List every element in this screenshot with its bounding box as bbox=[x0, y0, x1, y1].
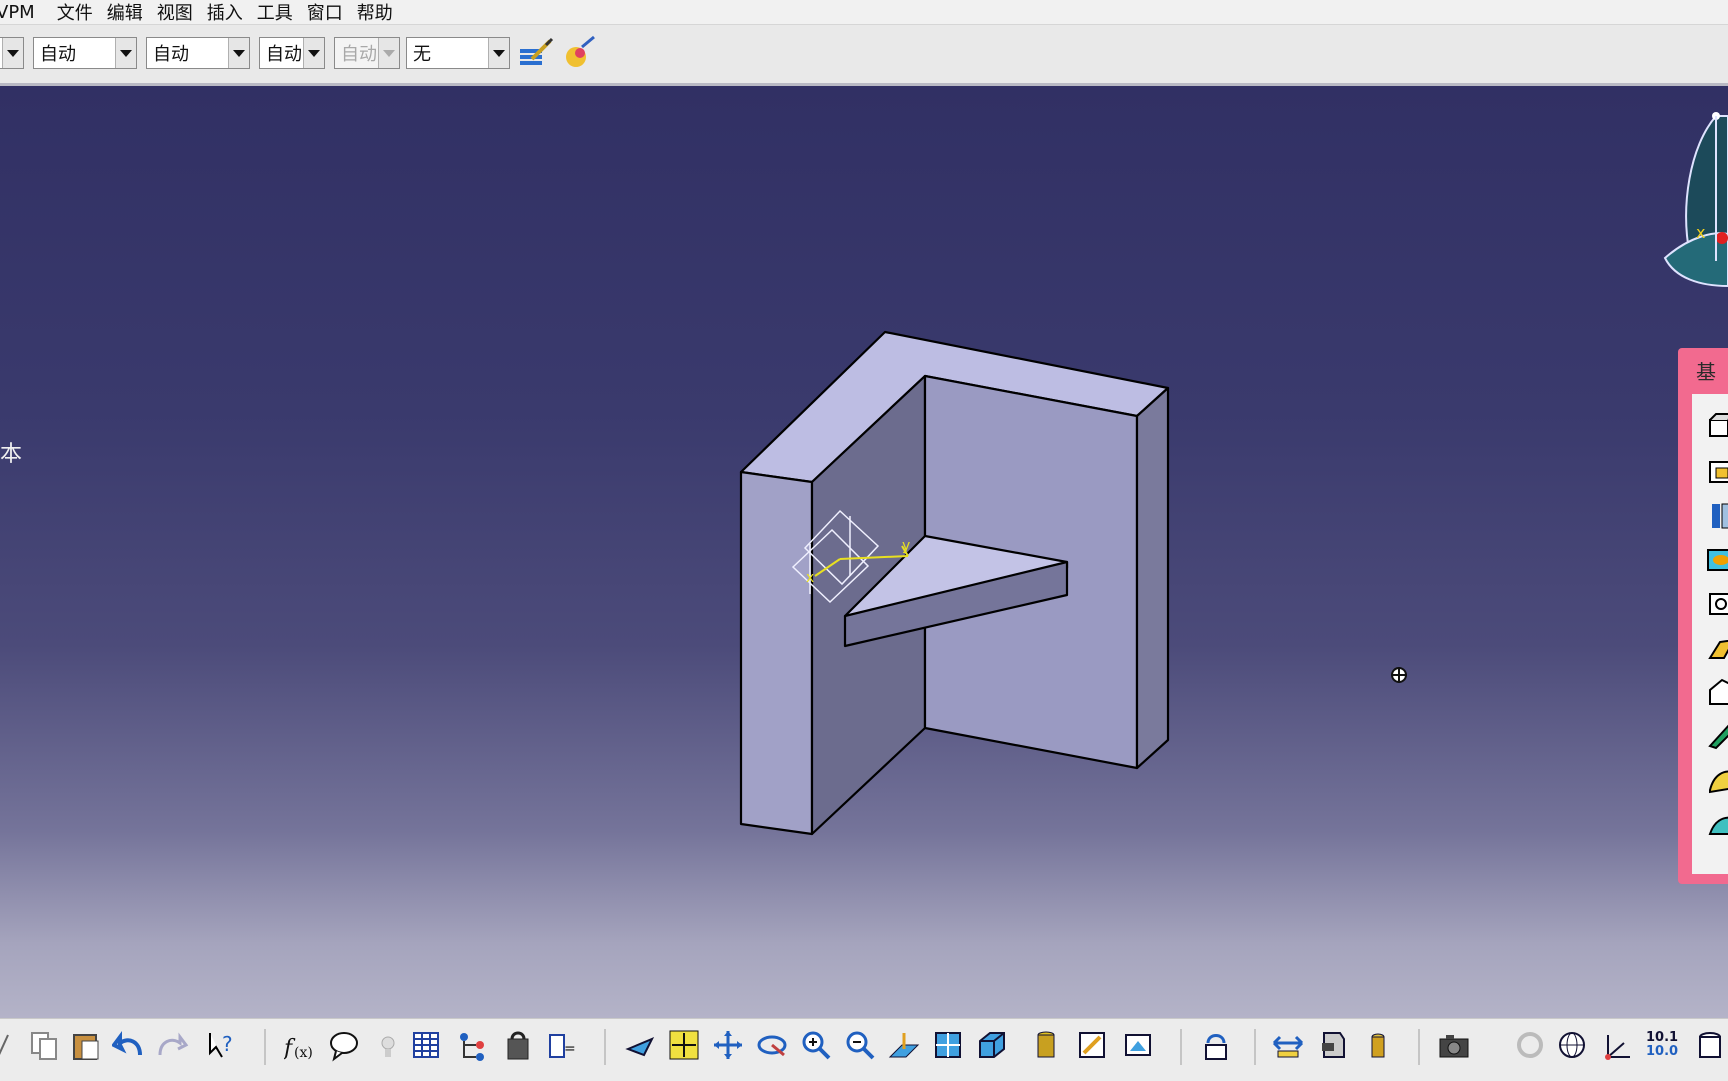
light-bulb-icon[interactable] bbox=[372, 1029, 406, 1063]
menu-bar: VPM 文件 编辑 视图 插入 工具 窗口 帮助 bbox=[0, 0, 1728, 25]
axis-icon[interactable] bbox=[1602, 1029, 1636, 1063]
lineweight-combo-value: 自动 bbox=[341, 44, 377, 65]
rotate-icon[interactable] bbox=[756, 1029, 790, 1063]
menu-window[interactable]: 窗口 bbox=[307, 0, 357, 25]
part-geometry: y x x bbox=[739, 112, 1728, 836]
scale-readout: 10.1 10.0 bbox=[1646, 1031, 1678, 1059]
x-axis-label: x bbox=[806, 570, 814, 586]
hole-icon[interactable] bbox=[1706, 588, 1728, 618]
svg-text:=: = bbox=[564, 1041, 576, 1057]
pocket-icon[interactable] bbox=[1706, 456, 1728, 486]
fly-mode-icon[interactable] bbox=[624, 1029, 658, 1063]
scale-bottom: 10.0 bbox=[1646, 1044, 1679, 1059]
standard-toolbar: ? f (x) = 10.1 10.0 bbox=[0, 1018, 1728, 1081]
menu-help[interactable]: 帮助 bbox=[357, 0, 407, 25]
redo-icon[interactable] bbox=[156, 1029, 190, 1063]
zoom-out-icon[interactable] bbox=[844, 1029, 878, 1063]
swap-visible-space-icon[interactable] bbox=[1122, 1029, 1156, 1063]
svg-text:(x): (x) bbox=[294, 1045, 313, 1061]
toolbar-separator bbox=[1418, 1029, 1420, 1065]
color-combo-value: 自动 bbox=[40, 44, 76, 65]
menu-view[interactable]: 视图 bbox=[157, 0, 207, 25]
pad-icon[interactable] bbox=[1706, 412, 1728, 442]
color-combo[interactable]: 自动 bbox=[33, 37, 137, 69]
painter-brush-icon[interactable] bbox=[518, 37, 554, 71]
groove-icon[interactable] bbox=[1706, 544, 1728, 574]
normal-view-icon[interactable] bbox=[888, 1029, 922, 1063]
y-axis-label: y bbox=[902, 538, 910, 554]
chevron-down-icon bbox=[228, 38, 249, 68]
menu-tools[interactable]: 工具 bbox=[257, 0, 307, 25]
linetype-combo-value: 自动 bbox=[266, 44, 302, 65]
chevron-down-icon bbox=[488, 38, 509, 68]
transparency-combo[interactable]: 自动 bbox=[146, 37, 250, 69]
shaft-icon[interactable] bbox=[1706, 500, 1728, 530]
measure-item-icon[interactable] bbox=[1318, 1029, 1352, 1063]
layer-combo[interactable]: 无 bbox=[406, 37, 510, 69]
stiffener-icon[interactable] bbox=[1706, 720, 1728, 750]
cut-icon[interactable] bbox=[0, 1029, 26, 1063]
equation-icon[interactable]: = bbox=[546, 1029, 580, 1063]
menu-file[interactable]: 文件 bbox=[57, 0, 107, 25]
removed-multi-section-icon[interactable] bbox=[1706, 808, 1728, 838]
knowledge-advisor-icon[interactable] bbox=[328, 1029, 362, 1063]
graphic-properties-icon[interactable] bbox=[562, 35, 598, 71]
formula-icon[interactable]: f (x) bbox=[284, 1029, 318, 1063]
pan-icon[interactable] bbox=[712, 1029, 746, 1063]
measure-inertia-icon[interactable] bbox=[1362, 1029, 1396, 1063]
update-icon[interactable] bbox=[1200, 1029, 1234, 1063]
tree-structure-icon[interactable] bbox=[456, 1029, 490, 1063]
zoom-in-icon[interactable] bbox=[800, 1029, 834, 1063]
rib-icon[interactable] bbox=[1706, 632, 1728, 662]
menu-insert[interactable]: 插入 bbox=[207, 0, 257, 25]
hide-show-icon[interactable] bbox=[1076, 1029, 1110, 1063]
paste-icon[interactable] bbox=[70, 1029, 104, 1063]
linetype-combo[interactable]: 自动 bbox=[259, 37, 325, 69]
compass-x-label: x bbox=[1696, 223, 1705, 242]
slot-icon[interactable] bbox=[1706, 676, 1728, 706]
copy-icon[interactable] bbox=[28, 1029, 62, 1063]
refresh-swirl-icon[interactable] bbox=[1514, 1029, 1548, 1063]
lineweight-combo[interactable]: 自动 bbox=[334, 37, 400, 69]
isometric-view-icon[interactable] bbox=[976, 1029, 1010, 1063]
toolbar-title: 基 bbox=[1696, 360, 1716, 384]
toolbar-separator bbox=[1180, 1029, 1182, 1065]
multi-view-icon[interactable] bbox=[932, 1029, 966, 1063]
part-design-toolbar: 基 bbox=[1678, 348, 1728, 884]
globe-icon[interactable] bbox=[1556, 1029, 1590, 1063]
shading-icon[interactable] bbox=[1030, 1029, 1064, 1063]
menu-vpm[interactable]: VPM bbox=[0, 2, 57, 23]
layer-combo-value: 无 bbox=[413, 44, 431, 65]
catalog-icon[interactable] bbox=[502, 1029, 536, 1063]
transparency-combo-value: 自动 bbox=[153, 44, 189, 65]
chevron-down-icon bbox=[303, 38, 324, 68]
design-table-icon[interactable] bbox=[410, 1029, 444, 1063]
compass-icon[interactable] bbox=[1663, 112, 1728, 288]
measure-between-icon[interactable] bbox=[1272, 1029, 1306, 1063]
scale-top: 10.1 bbox=[1646, 1030, 1679, 1045]
undo-icon[interactable] bbox=[112, 1029, 146, 1063]
combo-partial[interactable] bbox=[0, 37, 24, 69]
chevron-down-icon bbox=[115, 38, 136, 68]
cylinder-icon[interactable] bbox=[1694, 1029, 1728, 1063]
svg-text:?: ? bbox=[222, 1032, 233, 1056]
multi-section-solid-icon[interactable] bbox=[1706, 764, 1728, 794]
toolbar-separator bbox=[264, 1029, 266, 1065]
capture-camera-icon[interactable] bbox=[1438, 1029, 1472, 1063]
whats-this-icon[interactable]: ? bbox=[206, 1029, 240, 1063]
chevron-down-icon bbox=[378, 38, 399, 68]
chevron-down-icon bbox=[2, 38, 23, 68]
toolbar-separator bbox=[604, 1029, 606, 1065]
toolbar-icons bbox=[1692, 394, 1728, 874]
properties-toolbar: 自动 自动 自动 自动 无 bbox=[0, 25, 1728, 86]
menu-edit[interactable]: 编辑 bbox=[107, 0, 157, 25]
3d-viewport[interactable]: 本 y x x 基 bbox=[0, 86, 1728, 1018]
toolbar-separator bbox=[1254, 1029, 1256, 1065]
fit-all-in-icon[interactable] bbox=[668, 1029, 702, 1063]
crosshair-cursor-icon bbox=[1391, 667, 1407, 683]
